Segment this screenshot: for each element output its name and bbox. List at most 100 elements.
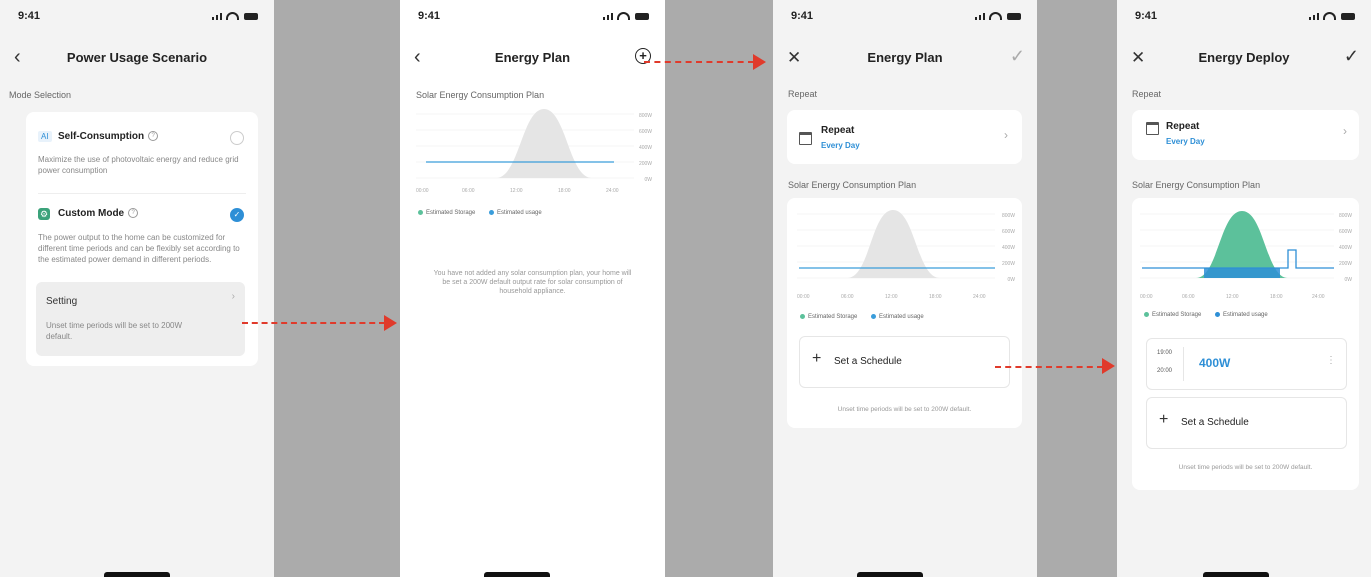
status-time: 9:41 <box>18 10 41 22</box>
confirm-check-icon[interactable]: ✓ <box>1010 46 1025 67</box>
section-label: Solar Energy Consumption Plan <box>788 180 917 190</box>
schedule-start-time: 19:00 <box>1157 350 1173 356</box>
y-tick-label: 800W <box>639 113 652 119</box>
y-tick-label: 200W <box>1002 261 1015 267</box>
schedule-item[interactable]: 19:00 20:00 400W ⋮ <box>1146 338 1347 390</box>
section-label: Solar Energy Consumption Plan <box>416 90 545 100</box>
repeat-row[interactable]: Repeat Every Day › <box>1132 110 1359 160</box>
chart-legend: Estimated Storage Estimated usage <box>800 314 924 320</box>
solar-curve <box>496 109 592 178</box>
x-tick-label: 12:00 <box>885 294 898 300</box>
status-time: 9:41 <box>418 10 441 22</box>
help-icon[interactable]: ? <box>128 208 139 219</box>
flow-arrow-line <box>995 366 1103 368</box>
x-tick-label: 06:00 <box>462 188 475 194</box>
home-indicator <box>484 572 550 577</box>
divider <box>38 193 246 194</box>
section-label: Solar Energy Consumption Plan <box>1132 180 1261 190</box>
x-tick-label: 06:00 <box>841 294 854 300</box>
plan-card: 800W 600W 400W 200W 0W 00:00 06:00 12:00… <box>787 198 1022 428</box>
mode-card: AI Self-Consumption? Maximize the use of… <box>26 112 258 366</box>
plus-icon: + <box>1159 411 1169 428</box>
set-schedule-label: Set a Schedule <box>1181 417 1249 428</box>
status-icons <box>975 12 1021 20</box>
y-tick-label: 800W <box>1002 213 1015 219</box>
x-tick-label: 18:00 <box>1270 294 1283 300</box>
power-usage-screen: 9:41 ‹ Power Usage Scenario Mode Selecti… <box>0 0 274 577</box>
schedule-end-time: 20:00 <box>1157 368 1173 374</box>
x-tick-label: 24:00 <box>606 188 619 194</box>
x-tick-label: 00:00 <box>1140 294 1153 300</box>
gear-icon: ⚙ <box>38 208 50 220</box>
repeat-row[interactable]: Repeat Every Day › <box>787 110 1022 164</box>
x-tick-label: 00:00 <box>797 294 810 300</box>
setting-button[interactable]: Setting › Unset time periods will be set… <box>36 282 245 356</box>
home-indicator <box>104 572 170 577</box>
nav-header: ✕ Energy Plan ✓ <box>773 44 1037 72</box>
schedule-power: 400W <box>1199 356 1231 370</box>
legend-storage: Estimated Storage <box>426 210 476 217</box>
x-tick-label: 06:00 <box>1182 294 1195 300</box>
page-title: Energy Deploy <box>1198 50 1290 65</box>
y-tick-label: 0W <box>645 177 653 183</box>
page-title: Energy Plan <box>494 50 571 65</box>
legend-usage: Estimated usage <box>1223 312 1268 319</box>
section-label: Repeat <box>1132 89 1162 99</box>
self-consumption-title[interactable]: Self-Consumption? <box>58 131 159 142</box>
y-tick-label: 0W <box>1008 277 1016 283</box>
y-tick-label: 200W <box>639 161 652 167</box>
page-title: Energy Plan <box>867 50 943 65</box>
confirm-check-icon[interactable]: ✓ <box>1344 46 1359 67</box>
y-tick-label: 800W <box>1339 213 1352 219</box>
help-icon[interactable]: ? <box>148 131 159 142</box>
home-indicator <box>857 572 923 577</box>
y-tick-label: 200W <box>1339 261 1352 267</box>
x-tick-label: 18:00 <box>929 294 942 300</box>
ai-badge: AI <box>38 131 52 142</box>
self-consumption-desc: Maximize the use of photovoltaic energy … <box>38 155 239 175</box>
repeat-title: Repeat <box>1166 121 1200 132</box>
y-tick-labels: 800W 600W 400W 200W 0W <box>639 113 652 183</box>
set-schedule-button[interactable]: + Set a Schedule <box>799 336 1010 388</box>
home-indicator <box>1203 572 1269 577</box>
x-tick-label: 12:00 <box>510 188 523 194</box>
repeat-value: Every Day <box>1166 137 1205 146</box>
chevron-right-icon: › <box>1004 128 1008 142</box>
x-tick-label: 12:00 <box>1226 294 1239 300</box>
plan-card: 800W 600W 400W 200W 0W 00:00 06:00 12:00… <box>1132 198 1359 490</box>
legend-storage: Estimated Storage <box>808 314 858 321</box>
y-tick-label: 400W <box>1002 245 1015 251</box>
more-icon[interactable]: ⋮ <box>1326 355 1336 366</box>
chevron-right-icon: › <box>231 291 235 302</box>
status-bar: 9:41 <box>400 10 665 28</box>
chart-legend: Estimated Storage Estimated usage <box>418 210 542 216</box>
energy-deploy-screen: 9:41 ✕ Energy Deploy ✓ Repeat Repeat Eve… <box>1117 0 1371 577</box>
legend-usage: Estimated usage <box>497 210 542 217</box>
nav-header: ✕ Energy Deploy ✓ <box>1117 44 1371 72</box>
energy-plan-empty-screen: 9:41 ‹ Energy Plan + Solar Energy Consum… <box>400 0 665 577</box>
repeat-value: Every Day <box>821 141 860 150</box>
y-tick-label: 600W <box>1002 229 1015 235</box>
flow-arrow-head <box>384 315 397 331</box>
legend-storage: Estimated Storage <box>1152 312 1202 319</box>
page-title: Power Usage Scenario <box>66 50 208 65</box>
x-tick-labels: 00:00 06:00 12:00 18:00 24:00 <box>416 188 619 194</box>
status-icons <box>1309 12 1355 20</box>
flow-arrow-head <box>1102 358 1115 374</box>
y-tick-label: 600W <box>1339 229 1352 235</box>
self-consumption-radio[interactable] <box>230 131 244 145</box>
chevron-right-icon: › <box>1343 124 1347 138</box>
energy-chart: 800W 600W 400W 200W 0W 00:00 06:00 12:00… <box>797 210 1016 300</box>
empty-plan-message: You have not added any solar consumption… <box>433 270 632 295</box>
custom-mode-title[interactable]: Custom Mode? <box>58 208 139 219</box>
flow-arrow-head <box>753 54 766 70</box>
set-schedule-label: Set a Schedule <box>834 356 902 367</box>
footer-note: Unset time periods will be set to 200W d… <box>837 406 972 413</box>
divider <box>1183 347 1184 381</box>
set-schedule-button[interactable]: + Set a Schedule <box>1146 397 1347 449</box>
status-icons <box>212 12 258 20</box>
x-tick-label: 18:00 <box>558 188 571 194</box>
x-tick-label: 00:00 <box>416 188 429 194</box>
section-label: Mode Selection <box>9 90 72 100</box>
custom-mode-radio[interactable]: ✓ <box>230 208 244 222</box>
